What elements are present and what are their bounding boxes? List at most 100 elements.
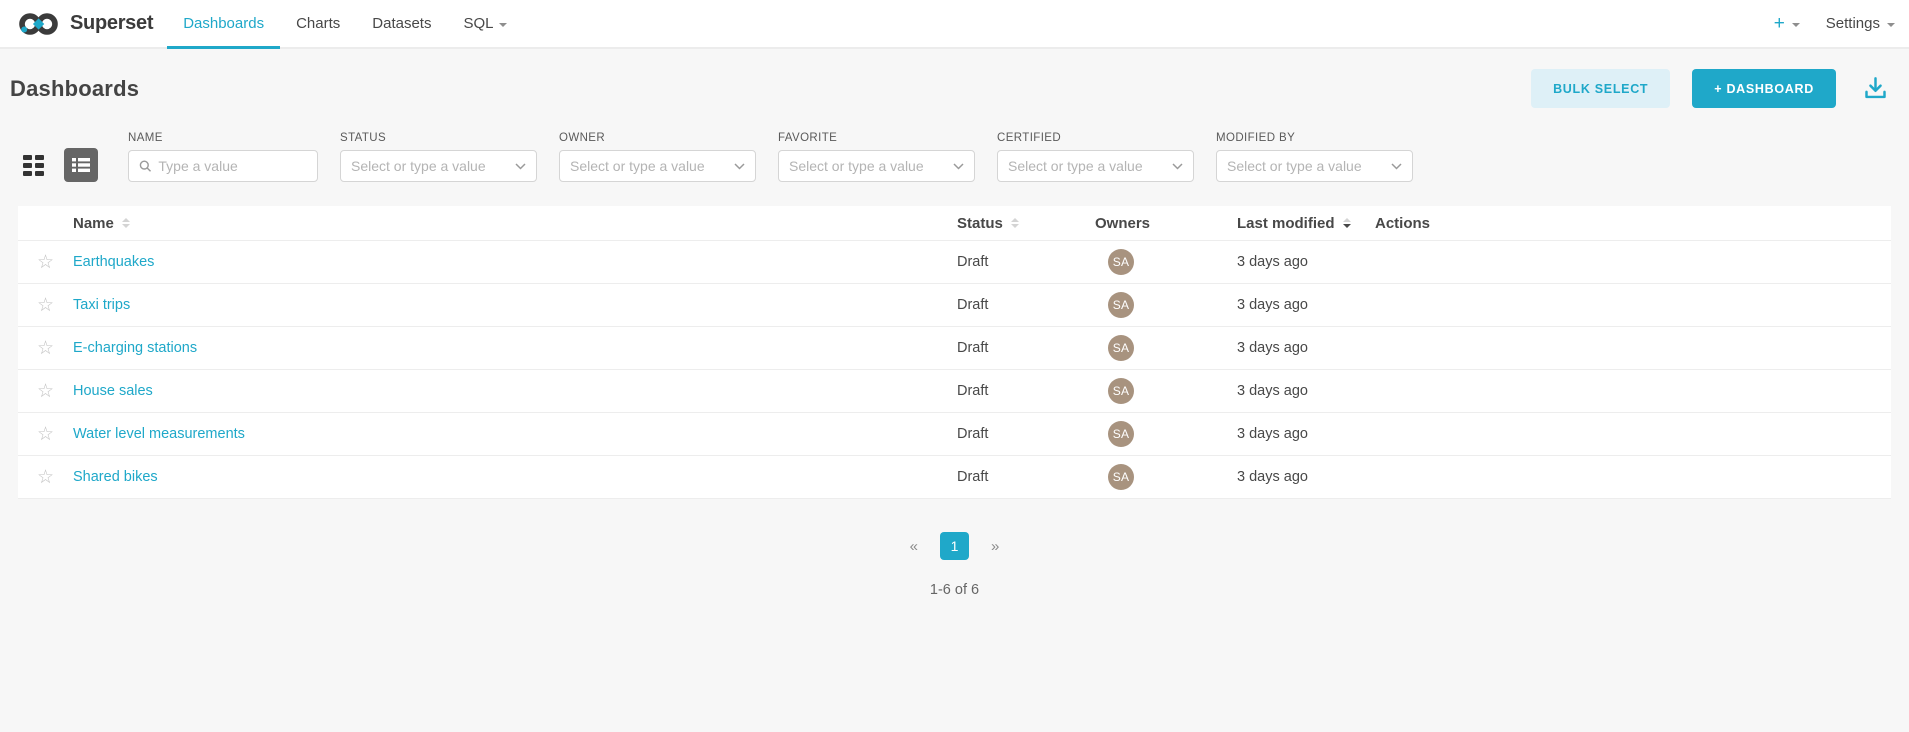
column-header-owners: Owners [1095, 215, 1150, 232]
chevron-down-icon [515, 163, 526, 170]
sort-icon [1011, 218, 1019, 228]
filter-label: CERTIFIED [997, 132, 1194, 144]
filter-label: FAVORITE [778, 132, 975, 144]
settings-label: Settings [1826, 15, 1880, 32]
bulk-select-button[interactable]: BULK SELECT [1531, 69, 1670, 108]
select-placeholder: Select or type a value [1008, 158, 1166, 174]
favorite-filter-select[interactable]: Select or type a value [778, 150, 975, 182]
import-dashboards-button[interactable] [1862, 75, 1889, 102]
owner-avatar[interactable]: SA [1108, 464, 1134, 490]
filter-label: MODIFIED BY [1216, 132, 1413, 144]
filter-modified-by: MODIFIED BY Select or type a value [1216, 132, 1413, 182]
filter-label: NAME [128, 132, 318, 144]
new-item-menu-button[interactable]: + [1774, 14, 1800, 33]
filter-owner: OWNER Select or type a value [559, 132, 756, 182]
filter-bar: NAME STATUS Select or type a value OWNER… [0, 108, 1909, 182]
dashboard-link[interactable]: Taxi trips [73, 297, 130, 313]
column-header-actions: Actions [1375, 215, 1430, 232]
last-modified-value: 3 days ago [1237, 254, 1308, 270]
favorite-star-icon[interactable]: ☆ [37, 468, 54, 487]
modified-by-filter-select[interactable]: Select or type a value [1216, 150, 1413, 182]
sort-descending-icon [1343, 218, 1351, 228]
nav-tab-charts[interactable]: Charts [280, 0, 356, 47]
filter-label: OWNER [559, 132, 756, 144]
sort-icon [122, 218, 130, 228]
pagination-next[interactable]: » [983, 534, 1007, 559]
table-row: ☆ House sales Draft SA 3 days ago [18, 370, 1891, 413]
dashboard-link[interactable]: E-charging stations [73, 340, 197, 356]
favorite-star-icon[interactable]: ☆ [37, 425, 54, 444]
dashboard-link[interactable]: House sales [73, 383, 153, 399]
filter-favorite: FAVORITE Select or type a value [778, 132, 975, 182]
chevron-down-icon [1887, 23, 1895, 27]
settings-menu-button[interactable]: Settings [1826, 15, 1895, 32]
name-filter-input[interactable] [158, 158, 307, 174]
chevron-down-icon [1172, 163, 1183, 170]
column-header-last-modified[interactable]: Last modified [1237, 215, 1351, 232]
filter-certified: CERTIFIED Select or type a value [997, 132, 1194, 182]
favorite-star-icon[interactable]: ☆ [37, 296, 54, 315]
brand-name: Superset [70, 12, 153, 35]
select-placeholder: Select or type a value [351, 158, 509, 174]
dashboard-link[interactable]: Shared bikes [73, 469, 158, 485]
list-view-toggle[interactable] [64, 148, 98, 182]
last-modified-value: 3 days ago [1237, 340, 1308, 356]
page-header: Dashboards BULK SELECT + DASHBOARD [0, 49, 1909, 108]
select-placeholder: Select or type a value [570, 158, 728, 174]
sql-label: SQL [463, 15, 493, 32]
dashboards-table: Name Status Owners Last modified Actions… [18, 206, 1891, 499]
plus-icon: + [1774, 14, 1785, 33]
chevron-down-icon [734, 163, 745, 170]
card-view-icon [23, 155, 44, 176]
last-modified-value: 3 days ago [1237, 469, 1308, 485]
chevron-down-icon [1391, 163, 1402, 170]
owner-avatar[interactable]: SA [1108, 378, 1134, 404]
page-title: Dashboards [10, 76, 139, 102]
column-header-name[interactable]: Name [73, 215, 130, 232]
pagination-prev[interactable]: « [902, 534, 926, 559]
card-view-toggle[interactable] [16, 148, 50, 182]
dashboard-link[interactable]: Earthquakes [73, 254, 154, 270]
status-value: Draft [957, 340, 988, 356]
chevron-down-icon [953, 163, 964, 170]
last-modified-value: 3 days ago [1237, 426, 1308, 442]
column-header-status[interactable]: Status [957, 215, 1019, 232]
owner-avatar[interactable]: SA [1108, 335, 1134, 361]
status-value: Draft [957, 297, 988, 313]
nav-right-section: + Settings [1774, 0, 1895, 47]
nav-tab-sql[interactable]: SQL [447, 0, 523, 47]
owner-avatar[interactable]: SA [1108, 292, 1134, 318]
status-value: Draft [957, 426, 988, 442]
top-navbar: Superset Dashboards Charts Datasets SQL … [0, 0, 1909, 49]
select-placeholder: Select or type a value [789, 158, 947, 174]
owner-avatar[interactable]: SA [1108, 249, 1134, 275]
nav-tab-dashboards[interactable]: Dashboards [167, 0, 280, 47]
table-header: Name Status Owners Last modified Actions [18, 206, 1891, 241]
new-dashboard-button[interactable]: + DASHBOARD [1692, 69, 1836, 108]
dashboard-link[interactable]: Water level measurements [73, 426, 245, 442]
table-row: ☆ Taxi trips Draft SA 3 days ago [18, 284, 1891, 327]
filter-status: STATUS Select or type a value [340, 132, 537, 182]
view-mode-toggles [16, 148, 98, 182]
status-value: Draft [957, 254, 988, 270]
favorite-star-icon[interactable]: ☆ [37, 339, 54, 358]
status-filter-select[interactable]: Select or type a value [340, 150, 537, 182]
pagination-page-1[interactable]: 1 [940, 532, 969, 560]
nav-tab-datasets[interactable]: Datasets [356, 0, 447, 47]
name-filter-field [128, 150, 318, 182]
chevron-down-icon [499, 23, 507, 27]
header-actions: BULK SELECT + DASHBOARD [1531, 69, 1889, 108]
table-row: ☆ Shared bikes Draft SA 3 days ago [18, 456, 1891, 499]
last-modified-value: 3 days ago [1237, 383, 1308, 399]
primary-nav: Dashboards Charts Datasets SQL [167, 0, 523, 47]
superset-logo[interactable]: Superset [10, 0, 159, 47]
favorite-star-icon[interactable]: ☆ [37, 253, 54, 272]
favorite-star-icon[interactable]: ☆ [37, 382, 54, 401]
owner-avatar[interactable]: SA [1108, 421, 1134, 447]
status-value: Draft [957, 469, 988, 485]
pagination: « 1 » [0, 532, 1909, 560]
certified-filter-select[interactable]: Select or type a value [997, 150, 1194, 182]
filter-name: NAME [128, 132, 318, 182]
filter-label: STATUS [340, 132, 537, 144]
owner-filter-select[interactable]: Select or type a value [559, 150, 756, 182]
